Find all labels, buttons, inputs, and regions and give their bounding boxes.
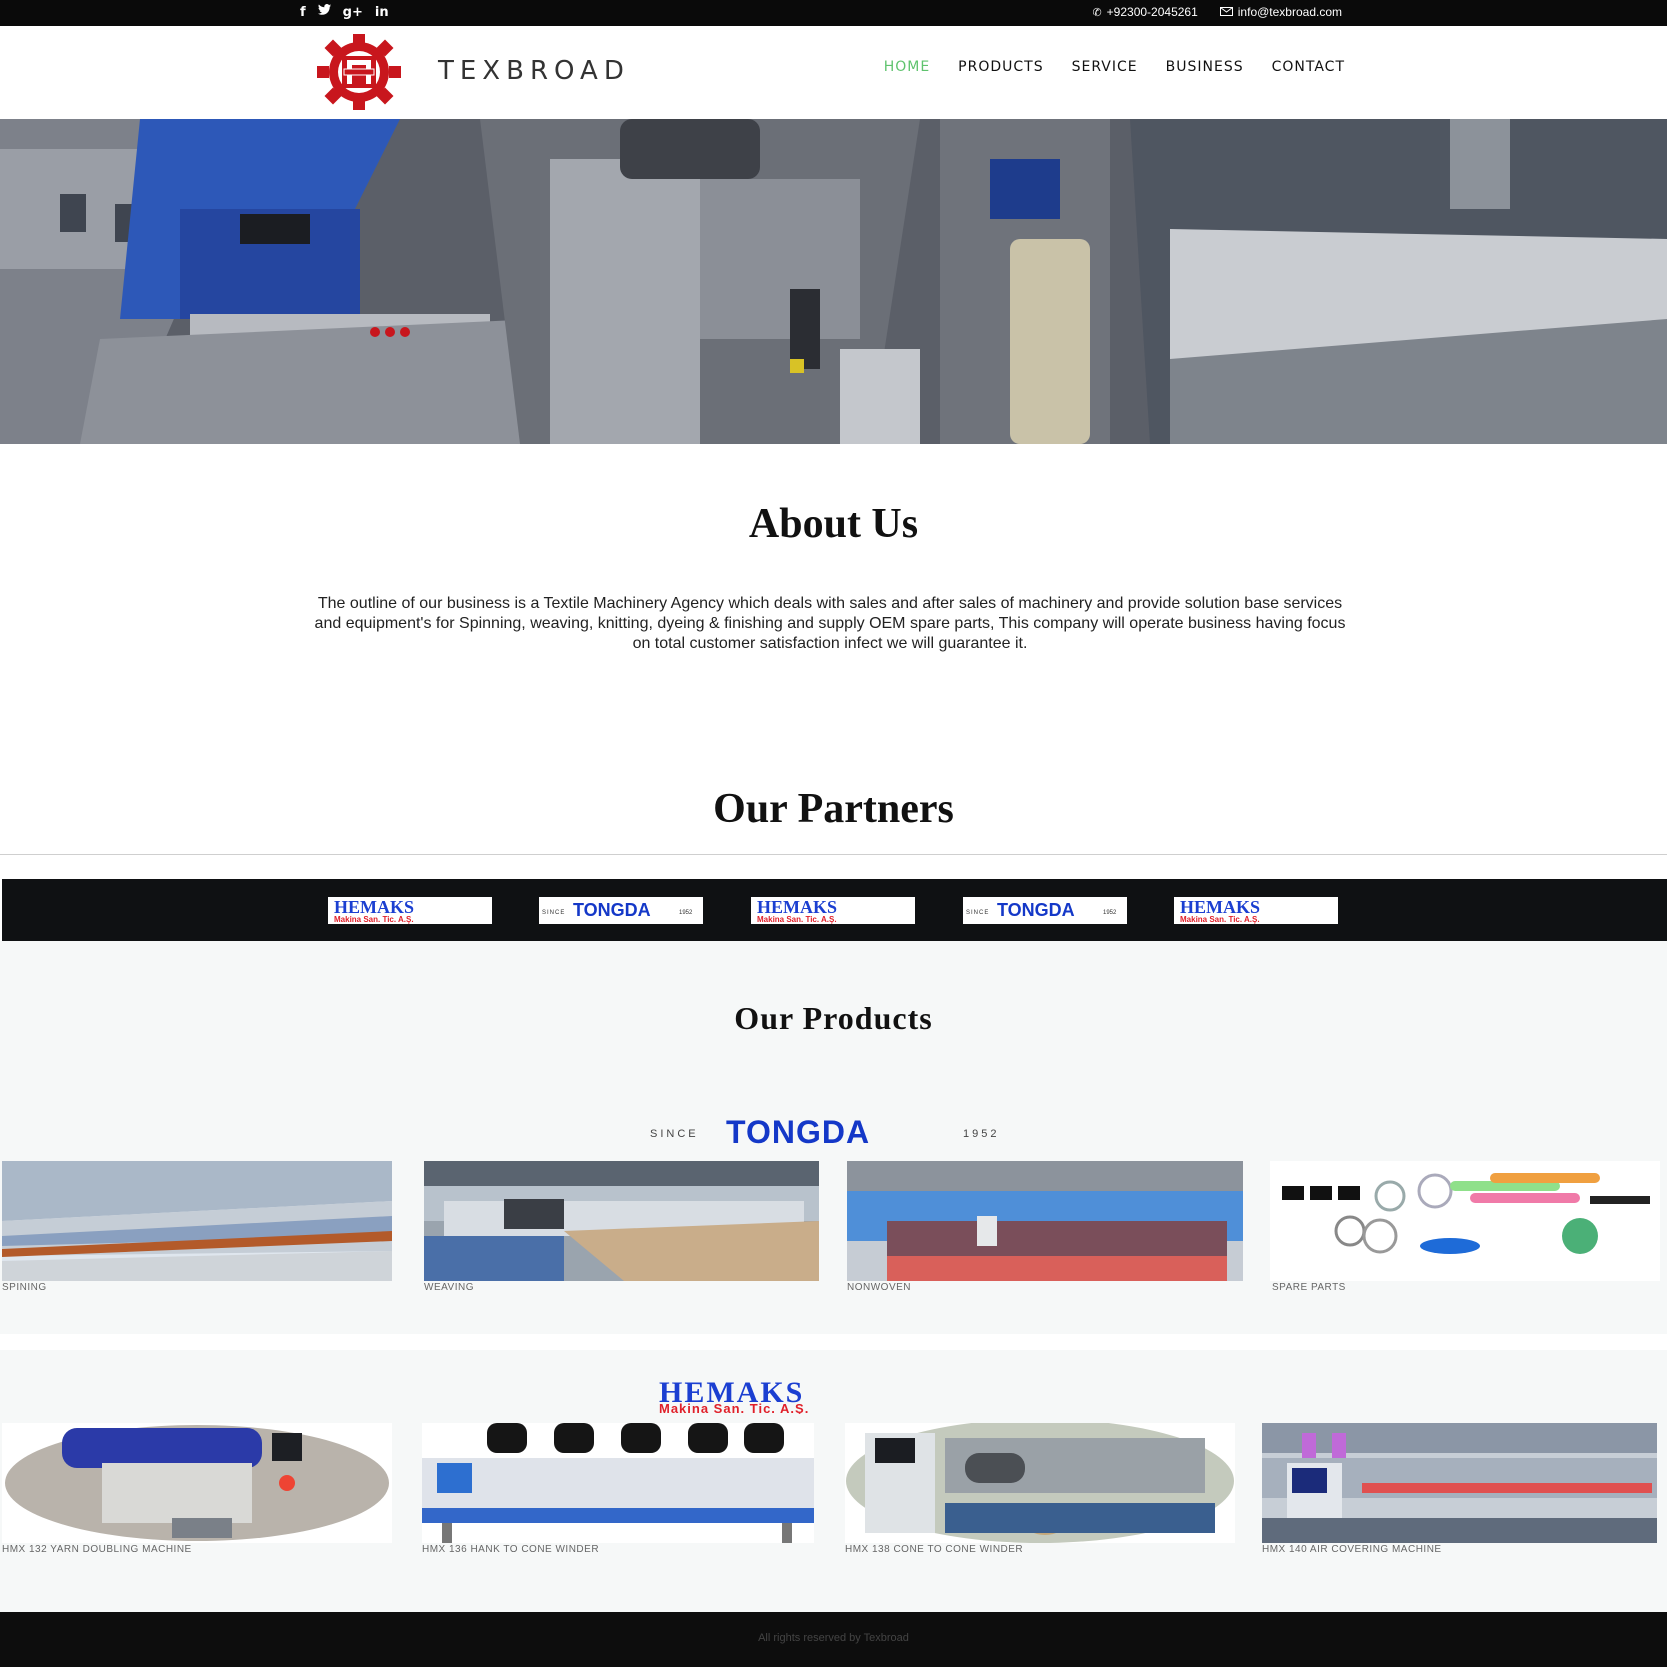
partner-logo-tongda[interactable]: SINCE TONGDA 1952 — [963, 897, 1127, 924]
partner-logo-hemaks[interactable]: HEMAKS Makina San. Tic. A.Ş. — [1174, 897, 1338, 924]
texbroad-gear-logo[interactable] — [314, 30, 404, 114]
product-image-spare-parts[interactable] — [1270, 1161, 1660, 1281]
linkedin-icon[interactable]: in — [375, 5, 389, 21]
hemaks-sub-text: Makina San. Tic. A.Ş. — [659, 1401, 809, 1414]
partner-logo-hemaks[interactable]: HEMAKS Makina San. Tic. A.Ş. — [328, 897, 492, 924]
product-label-hmx-138: HMX 138 CONE TO CONE WINDER — [845, 1544, 1024, 1555]
about-title: About Us — [748, 501, 919, 547]
hemaks-sub-text: Makina San. Tic. A.Ş. — [1180, 915, 1260, 924]
product-label-weaving: WEAVING — [424, 1282, 474, 1293]
product-label-hmx-140: HMX 140 AIR COVERING MACHINE — [1262, 1544, 1442, 1555]
hemaks-sub-text: Makina San. Tic. A.Ş. — [334, 915, 414, 924]
tongda-name-text: TONGDA — [573, 900, 651, 920]
social-links: f g+ in — [300, 4, 389, 21]
tongda-since-text: SINCE — [966, 910, 989, 916]
twitter-icon[interactable] — [317, 4, 331, 21]
hemaks-name-text: HEMAKS — [334, 897, 414, 917]
phone-number[interactable]: +92300-2045261 — [1107, 5, 1198, 19]
contact-info: ✆ +92300-2045261 info@texbroad.com — [1092, 5, 1342, 19]
partner-logo-hemaks[interactable]: HEMAKS Makina San. Tic. A.Ş. — [751, 897, 915, 924]
tongda-name-text: TONGDA — [997, 900, 1075, 920]
main-nav: HOME PRODUCTS SERVICE BUSINESS CONTACT — [884, 59, 1345, 75]
tongda-year-text: 1952 — [1103, 910, 1117, 916]
hemaks-name-text: HEMAKS — [757, 897, 837, 917]
nav-products[interactable]: PRODUCTS — [958, 59, 1043, 75]
brand-name[interactable]: TEXBROAD — [438, 56, 630, 86]
nav-business[interactable]: BUSINESS — [1166, 59, 1244, 75]
product-image-hmx-136[interactable] — [422, 1423, 814, 1543]
site-header: TEXBROAD HOME PRODUCTS SERVICE BUSINESS … — [0, 26, 1667, 119]
phone-item: ✆ +92300-2045261 — [1092, 5, 1197, 19]
tongda-since-text: SINCE — [650, 1128, 699, 1140]
nav-service[interactable]: SERVICE — [1072, 59, 1138, 75]
about-text: The outline of our business is a Textile… — [314, 595, 1346, 652]
product-image-hmx-132[interactable] — [2, 1423, 392, 1543]
product-image-hmx-140[interactable] — [1262, 1423, 1657, 1543]
hemaks-brand-logo: HEMAKS Makina San. Tic. A.Ş. — [655, 1376, 1000, 1416]
section-gap — [0, 1334, 1667, 1350]
nav-contact[interactable]: CONTACT — [1272, 59, 1345, 75]
tongda-year-text: 1952 — [679, 910, 693, 916]
phone-icon: ✆ — [1092, 5, 1102, 19]
tongda-year-text: 1952 — [963, 1128, 999, 1140]
nav-home[interactable]: HOME — [884, 59, 930, 75]
tongda-since-text: SINCE — [542, 910, 565, 916]
google-plus-icon[interactable]: g+ — [343, 5, 363, 21]
product-label-nonwoven: NONWOVEN — [847, 1282, 911, 1293]
partner-logo-tongda[interactable]: SINCE TONGDA 1952 — [539, 897, 703, 924]
footer-copyright: All rights reserved by Texbroad — [758, 1632, 909, 1644]
textile-machinery-image — [0, 119, 1667, 444]
product-image-nonwoven[interactable] — [847, 1161, 1243, 1281]
product-label-hmx-136: HMX 136 HANK TO CONE WINDER — [422, 1544, 600, 1555]
hemaks-name-text: HEMAKS — [1180, 897, 1260, 917]
product-label-spining: SPINING — [2, 1282, 47, 1293]
facebook-icon[interactable]: f — [300, 5, 306, 21]
hero-banner — [0, 119, 1667, 444]
products-title: Our Products — [734, 1000, 933, 1036]
email-item: info@texbroad.com — [1219, 5, 1342, 19]
site-footer: All rights reserved by Texbroad — [0, 1612, 1667, 1667]
product-image-spining[interactable] — [2, 1161, 392, 1281]
top-bar: f g+ in ✆ +92300-2045261 info@texbroad.c… — [0, 0, 1667, 26]
product-image-hmx-138[interactable] — [845, 1423, 1235, 1543]
section-divider — [0, 854, 1667, 855]
partners-title: Our Partners — [713, 786, 954, 832]
email-address[interactable]: info@texbroad.com — [1238, 5, 1342, 19]
hemaks-sub-text: Makina San. Tic. A.Ş. — [757, 915, 837, 924]
product-image-weaving[interactable] — [424, 1161, 819, 1281]
partners-strip: HEMAKS Makina San. Tic. A.Ş. SINCE TONGD… — [2, 879, 1667, 941]
tongda-brand-logo: SINCE TONGDA 1952 — [648, 1114, 1018, 1150]
product-label-hmx-132: HMX 132 YARN DOUBLING MACHINE — [2, 1544, 192, 1555]
mail-icon — [1219, 5, 1233, 19]
product-label-spare-parts: SPARE PARTS — [1272, 1282, 1346, 1293]
tongda-name-text: TONGDA — [726, 1115, 870, 1147]
